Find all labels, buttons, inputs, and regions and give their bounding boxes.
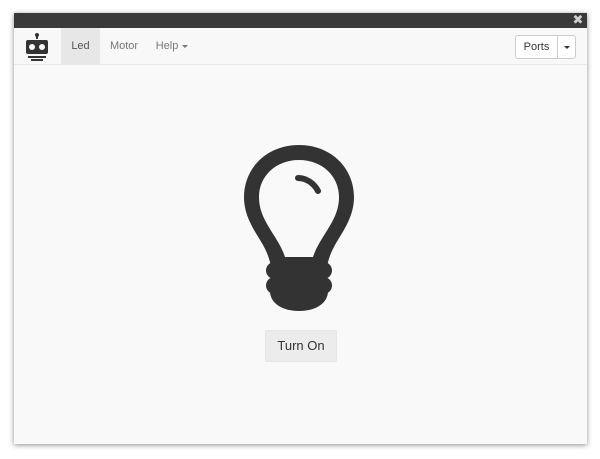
turn-on-button[interactable]: Turn On	[265, 330, 337, 362]
ports-toggle-button[interactable]	[558, 35, 576, 59]
ports-dropdown: Ports	[515, 35, 576, 59]
nav-item-led[interactable]: Led	[61, 28, 100, 64]
nav-item-motor[interactable]: Motor	[103, 28, 145, 64]
ports-button[interactable]: Ports	[515, 35, 558, 59]
close-icon[interactable]: ✖	[572, 13, 584, 28]
title-bar: ✖	[14, 13, 587, 28]
caret-down-icon	[182, 44, 189, 48]
caret-down-icon	[564, 46, 570, 49]
lightbulb-icon	[244, 145, 354, 311]
nav-item-label: Led	[71, 40, 90, 52]
nav-item-label: Motor	[109, 40, 139, 52]
nav-item-help[interactable]: Help	[150, 28, 194, 64]
main-content: Turn On	[14, 65, 587, 444]
robot-icon[interactable]	[22, 32, 52, 62]
nav-item-label: Help	[155, 40, 179, 52]
app-window: ✖ Led Motor Help Ports Turn On	[14, 13, 587, 444]
navbar: Led Motor Help Ports	[14, 28, 587, 65]
